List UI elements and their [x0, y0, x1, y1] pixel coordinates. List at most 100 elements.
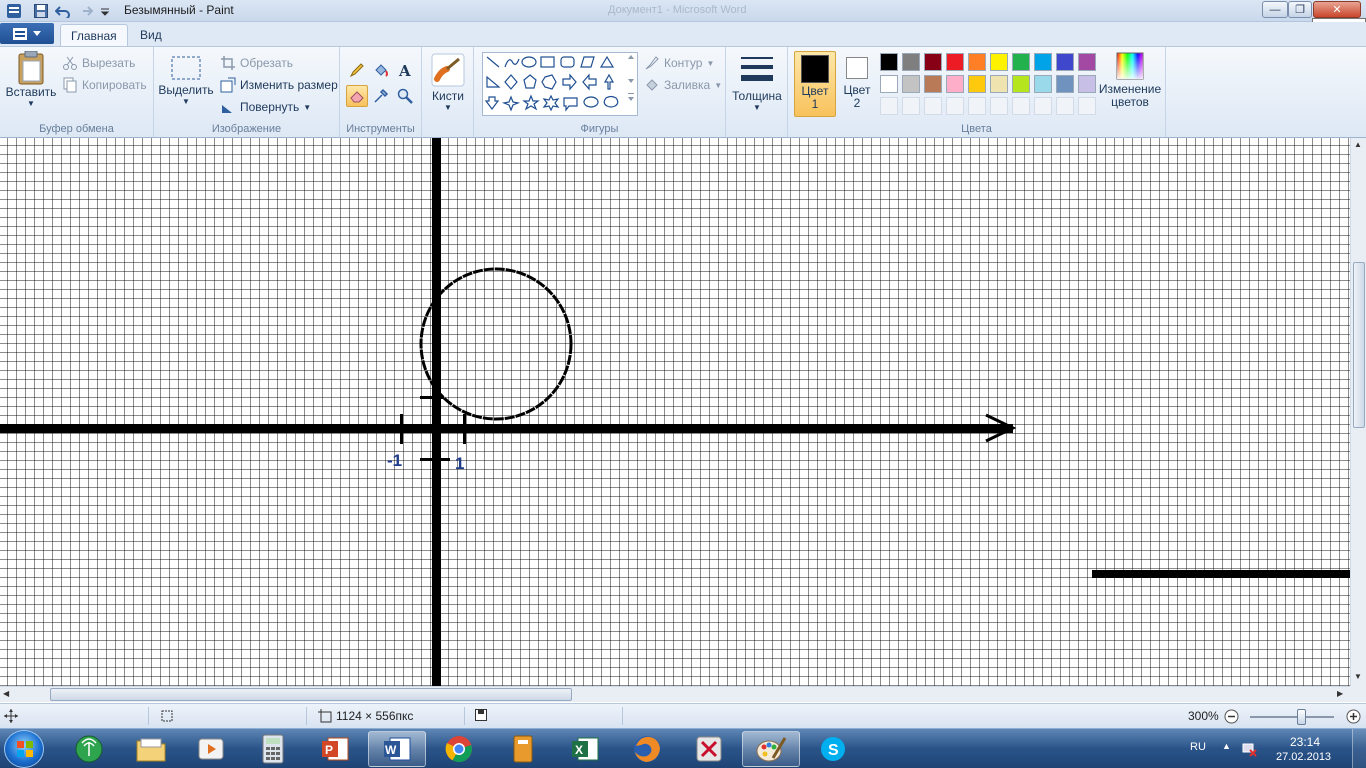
- fill-tool-button[interactable]: [370, 59, 392, 81]
- taskbar-paint[interactable]: [742, 731, 800, 767]
- quick-access-dropdown-icon[interactable]: [97, 3, 113, 19]
- text-tool-button[interactable]: A: [394, 59, 416, 81]
- palette-swatch[interactable]: [924, 75, 942, 93]
- taskbar-firefox[interactable]: [618, 731, 676, 767]
- taskbar-chrome[interactable]: [430, 731, 488, 767]
- palette-swatch[interactable]: [968, 75, 986, 93]
- rotate-dropdown-icon: ▼: [303, 102, 312, 112]
- rotate-label: Повернуть: [240, 100, 300, 114]
- zoom-slider-track[interactable]: [1250, 716, 1334, 718]
- start-button[interactable]: [4, 730, 44, 768]
- select-button[interactable]: Выделить ▼: [158, 55, 214, 106]
- clock-date[interactable]: 27.02.2013: [1276, 751, 1331, 763]
- palette-swatch[interactable]: [902, 53, 920, 71]
- size-button[interactable]: Толщина ▼: [730, 53, 784, 112]
- color2-button[interactable]: Цвет 2: [838, 51, 876, 117]
- horizontal-scroll-thumb[interactable]: [50, 688, 572, 701]
- palette-swatch[interactable]: [902, 75, 920, 93]
- drawing-canvas[interactable]: -1 1: [0, 138, 1350, 686]
- paint-menu-button[interactable]: [0, 23, 54, 44]
- pencil-tool-button[interactable]: [346, 59, 368, 81]
- redo-icon[interactable]: [77, 3, 93, 19]
- tab-view[interactable]: Вид: [130, 24, 172, 46]
- palette-custom-slot[interactable]: [1078, 97, 1096, 115]
- palette-custom-slot[interactable]: [1056, 97, 1074, 115]
- scroll-down-icon[interactable]: ▼: [1354, 672, 1362, 681]
- palette-swatch[interactable]: [990, 75, 1008, 93]
- taskbar-excel[interactable]: X: [556, 731, 614, 767]
- clock-time[interactable]: 23:14: [1290, 735, 1320, 749]
- palette-custom-slot[interactable]: [968, 97, 986, 115]
- color-picker-tool-button[interactable]: [370, 85, 392, 107]
- scroll-left-icon[interactable]: ◀: [3, 689, 9, 698]
- palette-swatch[interactable]: [880, 75, 898, 93]
- vertical-scroll-thumb[interactable]: [1353, 262, 1365, 428]
- taskbar-skype[interactable]: S: [804, 731, 862, 767]
- palette-swatch[interactable]: [1078, 75, 1096, 93]
- palette-swatch[interactable]: [946, 53, 964, 71]
- taskbar-powerpoint[interactable]: P: [306, 731, 364, 767]
- taskbar-notebook-app[interactable]: [494, 731, 552, 767]
- shapes-gallery[interactable]: [482, 52, 638, 116]
- image-size-label: 1124 × 556пкс: [336, 709, 414, 723]
- show-hidden-icons[interactable]: ▲: [1222, 741, 1231, 751]
- palette-swatch[interactable]: [990, 53, 1008, 71]
- taskbar-word[interactable]: W: [368, 731, 426, 767]
- palette-custom-slot[interactable]: [924, 97, 942, 115]
- palette-custom-slot[interactable]: [902, 97, 920, 115]
- taskbar-app-red[interactable]: [680, 731, 738, 767]
- outline-button[interactable]: Контур ▼: [644, 55, 714, 71]
- zoom-in-button[interactable]: [1346, 709, 1361, 724]
- palette-swatch[interactable]: [1056, 53, 1074, 71]
- undo-icon[interactable]: [55, 3, 71, 19]
- paste-button[interactable]: Вставить ▼: [6, 51, 56, 108]
- zoom-out-button[interactable]: [1224, 709, 1239, 724]
- scroll-right-icon[interactable]: ▶: [1337, 689, 1343, 698]
- palette-swatch[interactable]: [1012, 75, 1030, 93]
- scroll-up-icon[interactable]: ▲: [1354, 140, 1362, 149]
- status-separator: [148, 707, 149, 725]
- edit-colors-button[interactable]: Изменение цветов: [1098, 51, 1162, 109]
- paint-app-icon[interactable]: [6, 3, 22, 19]
- palette-custom-slot[interactable]: [1012, 97, 1030, 115]
- background-window-title: Документ1 - Microsoft Word: [608, 4, 747, 16]
- taskbar-network-app[interactable]: [60, 731, 118, 767]
- brushes-button[interactable]: Кисти ▼: [428, 53, 468, 112]
- color1-button[interactable]: Цвет 1: [794, 51, 836, 117]
- palette-swatch[interactable]: [924, 53, 942, 71]
- taskbar-media-player[interactable]: [182, 731, 240, 767]
- maximize-button[interactable]: ❐: [1288, 1, 1312, 18]
- fill-button[interactable]: Заливка ▼: [644, 77, 722, 93]
- minimize-button[interactable]: —: [1262, 1, 1288, 18]
- crop-button[interactable]: Обрезать: [220, 55, 293, 71]
- palette-swatch[interactable]: [968, 53, 986, 71]
- magnifier-tool-button[interactable]: [394, 85, 416, 107]
- close-button[interactable]: ✕: [1313, 1, 1361, 18]
- palette-custom-slot[interactable]: [1034, 97, 1052, 115]
- palette-swatch[interactable]: [1078, 53, 1096, 71]
- palette-custom-slot[interactable]: [990, 97, 1008, 115]
- vertical-scrollbar[interactable]: ▲ ▼: [1350, 138, 1366, 686]
- palette-swatch[interactable]: [880, 53, 898, 71]
- taskbar-explorer[interactable]: [122, 731, 180, 767]
- palette-swatch[interactable]: [1012, 53, 1030, 71]
- show-desktop-button[interactable]: [1352, 729, 1366, 768]
- zoom-slider-thumb[interactable]: [1297, 709, 1306, 725]
- taskbar-calculator[interactable]: [244, 731, 302, 767]
- tab-home[interactable]: Главная: [60, 24, 128, 46]
- rotate-button[interactable]: Повернуть ▼: [220, 99, 311, 115]
- horizontal-scrollbar[interactable]: ◀ ▶: [0, 686, 1350, 702]
- copy-button[interactable]: Копировать: [62, 77, 147, 93]
- resize-button[interactable]: Изменить размер: [220, 77, 338, 93]
- palette-swatch[interactable]: [946, 75, 964, 93]
- save-icon[interactable]: [33, 3, 49, 19]
- eraser-tool-button[interactable]: [346, 85, 368, 107]
- palette-swatch[interactable]: [1034, 53, 1052, 71]
- palette-swatch[interactable]: [1034, 75, 1052, 93]
- palette-swatch[interactable]: [1056, 75, 1074, 93]
- network-status-icon[interactable]: [1242, 741, 1258, 760]
- palette-custom-slot[interactable]: [880, 97, 898, 115]
- palette-custom-slot[interactable]: [946, 97, 964, 115]
- cut-button[interactable]: Вырезать: [62, 55, 135, 71]
- language-indicator[interactable]: RU: [1190, 741, 1206, 753]
